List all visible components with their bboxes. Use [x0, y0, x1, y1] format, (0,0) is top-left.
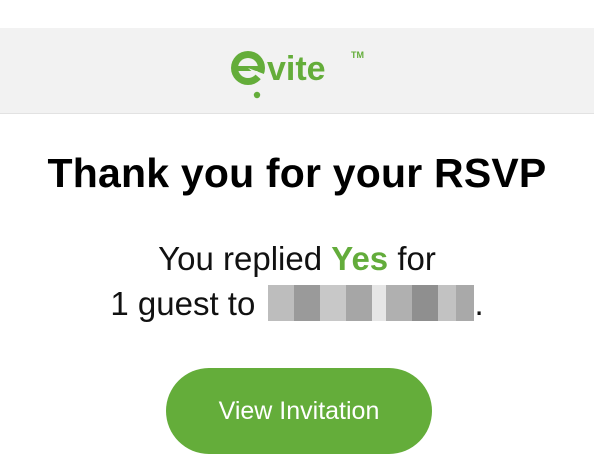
evite-logo[interactable]: vite TM — [226, 38, 376, 104]
redacted-event-name — [268, 285, 475, 321]
guest-summary-period: . — [474, 285, 484, 322]
trademark-mark: TM — [351, 50, 364, 60]
email-header: vite TM — [0, 28, 594, 114]
reply-prefix: You replied — [158, 240, 332, 277]
rsvp-response: Yes — [331, 240, 389, 277]
view-invitation-button[interactable]: View Invitation — [166, 368, 432, 454]
reply-summary-line: You replied Yes for — [0, 239, 594, 279]
guest-count-text: 1 guest to — [110, 285, 265, 322]
logo-wordmark: vite — [267, 50, 326, 88]
rsvp-confirmation-page: vite TM Thank you for your RSVP You repl… — [0, 0, 594, 472]
page-title: Thank you for your RSVP — [47, 150, 547, 196]
reply-suffix: for — [388, 240, 436, 277]
guest-summary-line: 1 guest to . — [0, 284, 594, 324]
